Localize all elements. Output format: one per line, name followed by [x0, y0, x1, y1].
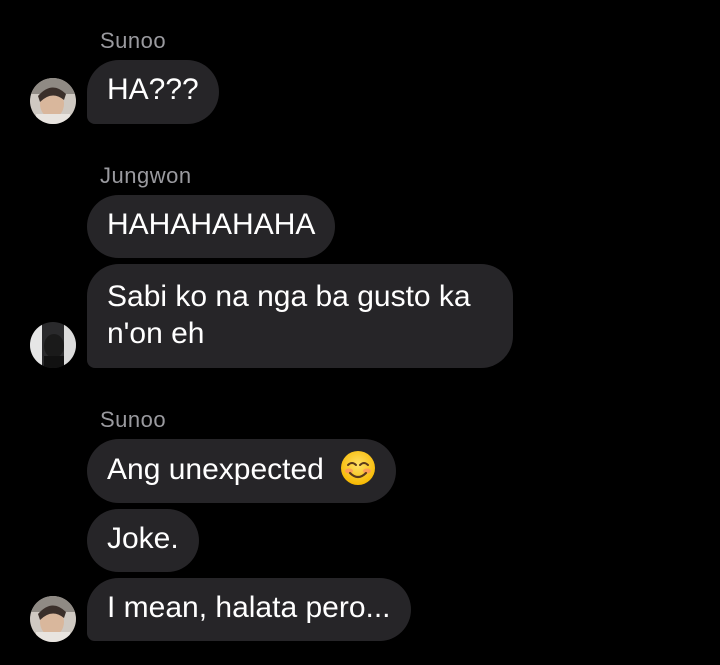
message-bubble[interactable]: Joke.: [87, 509, 199, 572]
message-text: HA???: [107, 73, 199, 106]
message-text: Joke.: [107, 522, 179, 555]
smiling-face-with-smiling-eyes-icon: [340, 450, 376, 486]
message-text: I mean, halata pero...: [107, 591, 391, 624]
sender-name: Sunoo: [100, 407, 167, 432]
sender-name: Sunoo: [100, 28, 167, 53]
sunoo-avatar[interactable]: [30, 78, 76, 124]
message-bubble[interactable]: HAHAHAHAHA: [87, 195, 336, 258]
message-text: Sabi ko na nga ba gusto ka n'on eh: [107, 280, 471, 350]
message-bubble[interactable]: Ang unexpected: [87, 439, 397, 503]
message-text: HAHAHAHAHA: [107, 208, 316, 241]
sender-name: Jungwon: [100, 163, 192, 188]
jungwon-avatar[interactable]: [30, 322, 76, 368]
message-bubble[interactable]: Sabi ko na nga ba gusto ka n'on eh: [87, 264, 513, 368]
message-text: Ang unexpected: [107, 453, 324, 486]
sunoo-avatar[interactable]: [30, 596, 76, 642]
message-bubble[interactable]: HA???: [87, 60, 219, 124]
message-bubble[interactable]: I mean, halata pero...: [87, 578, 411, 641]
